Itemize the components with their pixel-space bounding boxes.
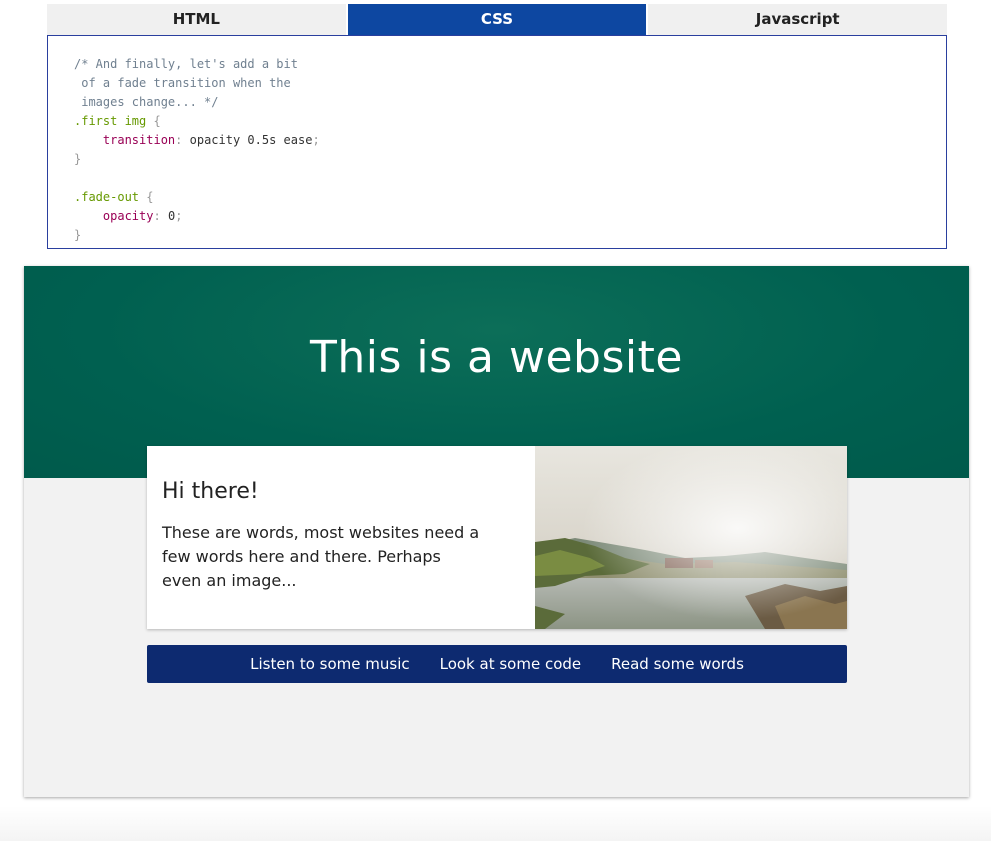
code-selector: .fade-out	[74, 190, 140, 204]
site-nav: Listen to some music Look at some code R…	[147, 645, 847, 683]
website-preview: This is a website Hi there! These are wo…	[24, 266, 969, 797]
code-selector: .first img	[74, 114, 147, 128]
tab-css[interactable]: CSS	[345, 4, 647, 35]
tab-html[interactable]: HTML	[47, 4, 346, 35]
intro-card: Hi there! These are words, most websites…	[147, 446, 847, 629]
card-title: Hi there!	[162, 479, 259, 504]
card-text: Hi there! These are words, most websites…	[162, 479, 482, 593]
code-property: opacity	[102, 209, 154, 223]
css-code: /* And finally, let's add a bit of a fad…	[74, 57, 320, 242]
tab-javascript[interactable]: Javascript	[646, 4, 948, 35]
code-panel[interactable]: /* And finally, let's add a bit of a fad…	[47, 35, 947, 249]
code-comment: /* And finally, let's add a bit of a fad…	[74, 57, 298, 109]
code-tabs: HTML CSS Javascript	[47, 4, 948, 35]
page-footer-fade	[0, 806, 991, 841]
nav-words-link[interactable]: Read some words	[611, 655, 744, 673]
hero-title: This is a website	[310, 332, 683, 383]
nav-music-link[interactable]: Listen to some music	[250, 655, 410, 673]
nav-code-link[interactable]: Look at some code	[440, 655, 582, 673]
code-value: opacity 0.5s ease	[189, 133, 313, 147]
card-body: These are words, most websites need a fe…	[162, 523, 480, 590]
code-property: transition	[102, 133, 176, 147]
landscape-image	[535, 446, 847, 629]
